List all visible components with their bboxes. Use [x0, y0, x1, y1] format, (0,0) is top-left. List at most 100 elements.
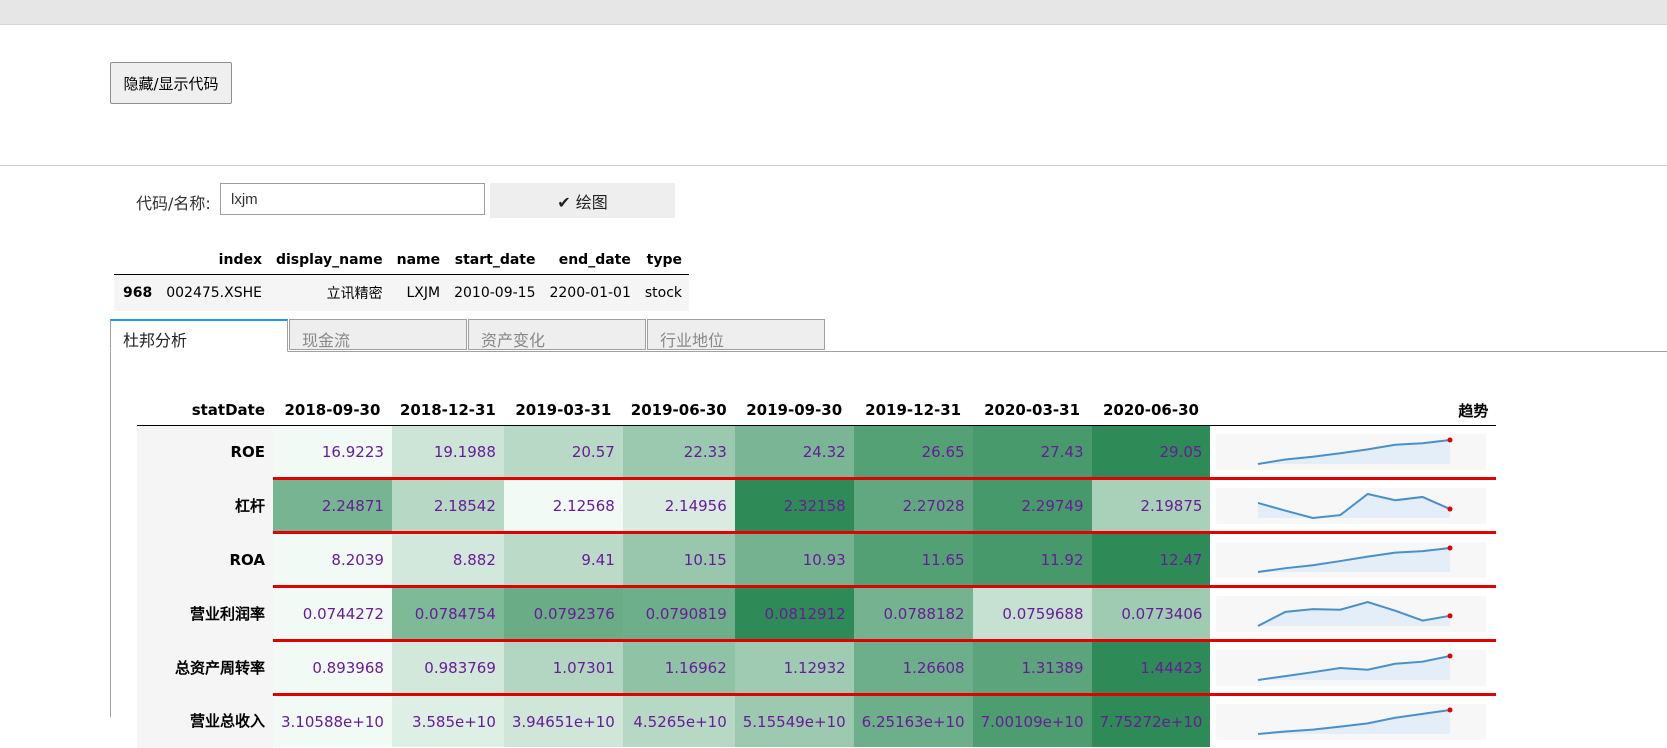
- tab-asset-change[interactable]: 资产变化: [468, 319, 646, 350]
- sparkline-last-point: [1447, 612, 1453, 618]
- dupont-trend-sparkline: [1210, 695, 1496, 748]
- dupont-cell: 2.18542: [391, 478, 504, 534]
- sparkline-chart: [1216, 703, 1487, 740]
- dupont-row: 营业利润率 0.0744272 0.0784754 0.0792376 0.079081…: [137, 586, 1497, 642]
- dupont-cell: 2.19875: [1091, 478, 1211, 534]
- dupont-cell: 20.57: [503, 425, 623, 480]
- sparkline-last-point: [1447, 545, 1453, 550]
- dupont-cell: 1.44423: [1091, 640, 1211, 696]
- dupont-cell: 2.14956: [622, 478, 735, 534]
- result-cell-index: 002475.XSHE: [159, 274, 269, 311]
- result-cell-name: LXJM: [389, 274, 448, 311]
- dupont-row-label: ROE: [137, 425, 273, 479]
- dupont-trend-sparkline: [1210, 532, 1497, 588]
- plot-button[interactable]: ✔ 绘图: [490, 183, 675, 218]
- result-header: index: [159, 246, 269, 275]
- notebook-top-bar: [0, 0, 1667, 25]
- result-cell-end-date: 2200-01-01: [542, 274, 638, 311]
- dupont-cell: 1.12932: [734, 640, 854, 696]
- dupont-cell: 11.65: [853, 532, 973, 588]
- dupont-date-header: 2018-12-31: [391, 395, 504, 426]
- dupont-cell: 1.31389: [972, 640, 1092, 696]
- dupont-trend-sparkline: [1210, 478, 1497, 534]
- result-header: end_date: [542, 246, 638, 275]
- dupont-cell: 2.29749: [972, 478, 1092, 534]
- dupont-row-label: 杠杆: [137, 478, 273, 533]
- dupont-row: 营业总收入 3.10588e+10 3.585e+10 3.94651e+10 4.52…: [137, 694, 1496, 748]
- dupont-cell: 16.9223: [273, 425, 392, 480]
- tab-bar-line: [110, 351, 1667, 352]
- tab-dupont[interactable]: 杜邦分析: [110, 319, 288, 352]
- dupont-date-header: 2020-03-31: [972, 395, 1092, 426]
- toggle-code-button[interactable]: 隐藏/显示代码: [110, 62, 232, 104]
- dupont-cell: 7.75272e+10: [1091, 694, 1211, 747]
- dupont-cell: 2.12568: [503, 478, 623, 534]
- dupont-cell: 0.0792376: [503, 586, 623, 642]
- tab-cash-flow[interactable]: 现金流: [289, 319, 467, 350]
- dupont-cell: 29.05: [1091, 425, 1211, 480]
- dupont-trend-sparkline: [1210, 586, 1497, 642]
- sparkline-last-point: [1447, 506, 1453, 512]
- dupont-table: statDate 2018-09-30 2018-12-31 2019-03-31 20…: [137, 395, 1497, 748]
- dupont-cell: 26.65: [853, 425, 973, 480]
- sparkline-chart: [1216, 595, 1487, 632]
- sparkline-last-point: [1447, 653, 1453, 658]
- search-label: 代码/名称:: [136, 194, 211, 213]
- dupont-cell: 4.5265e+10: [622, 694, 735, 747]
- result-cell-start-date: 2010-09-15: [447, 274, 543, 311]
- tab-industry-position[interactable]: 行业地位: [647, 319, 825, 350]
- check-icon: ✔: [557, 192, 571, 212]
- result-header: type: [637, 246, 690, 275]
- dupont-trend-sparkline: [1210, 425, 1497, 480]
- dupont-cell: 11.92: [972, 532, 1092, 588]
- dupont-cell: 2.32158: [734, 478, 854, 534]
- dupont-cell: 3.94651e+10: [503, 694, 623, 747]
- dupont-row: ROE 16.9223 19.1988 20.57 22.33 24.32 26.65 27.…: [137, 425, 1497, 480]
- dupont-cell: 0.0790819: [622, 586, 735, 642]
- dupont-cell: 2.27028: [853, 478, 973, 534]
- dupont-cell: 2.24871: [273, 478, 392, 534]
- dupont-date-header: 2019-12-31: [853, 395, 973, 426]
- dupont-header-row: statDate 2018-09-30 2018-12-31 2019-03-31 20…: [137, 395, 1497, 426]
- dupont-cell: 1.26608: [853, 640, 973, 696]
- dupont-cell: 27.43: [972, 425, 1092, 480]
- dupont-cell: 10.15: [622, 532, 735, 588]
- dupont-cell: 3.585e+10: [391, 694, 504, 747]
- dupont-cell: 0.893968: [273, 640, 392, 696]
- result-header: display_name: [268, 246, 390, 275]
- dupont-trend-header: 趋势: [1210, 395, 1497, 426]
- dupont-cell: 0.0744272: [273, 586, 392, 642]
- dupont-cell: 9.41: [503, 532, 623, 588]
- result-header-blank: [114, 246, 160, 275]
- result-header: name: [389, 246, 448, 275]
- dupont-row-label: 总资产周转率: [137, 640, 273, 695]
- dupont-cell: 10.93: [734, 532, 854, 588]
- dupont-index-header: statDate: [137, 395, 273, 426]
- cell-divider: [0, 165, 1667, 166]
- search-input[interactable]: [220, 183, 485, 215]
- result-header-row: index display_name name start_date end_d…: [114, 246, 690, 275]
- dupont-cell: 0.983769: [391, 640, 504, 696]
- dupont-cell: 8.882: [391, 532, 504, 588]
- sparkline-chart: [1216, 433, 1487, 470]
- dupont-date-header: 2019-09-30: [734, 395, 854, 426]
- result-header: start_date: [447, 246, 543, 275]
- dupont-cell: 0.0784754: [391, 586, 504, 642]
- sparkline-chart: [1216, 541, 1487, 578]
- dupont-cell: 0.0759688: [972, 586, 1092, 642]
- plot-button-label: 绘图: [575, 192, 608, 212]
- search-result-table: index display_name name start_date end_d…: [114, 246, 690, 311]
- dupont-date-header: 2019-06-30: [622, 395, 735, 426]
- result-cell-type: stock: [637, 274, 690, 311]
- dupont-cell: 1.16962: [622, 640, 735, 696]
- sparkline-last-point: [1447, 437, 1453, 442]
- tab-panel-border: [110, 351, 111, 717]
- dupont-cell: 3.10588e+10: [273, 694, 392, 747]
- dupont-cell: 0.0812912: [734, 586, 854, 642]
- dupont-row-label: 营业总收入: [137, 694, 273, 748]
- sparkline-last-point: [1447, 707, 1453, 712]
- dupont-row: 杠杆 2.24871 2.18542 2.12568 2.14956 2.32158 2.2…: [137, 478, 1497, 534]
- dupont-cell: 7.00109e+10: [972, 694, 1092, 747]
- sparkline-chart: [1216, 649, 1487, 686]
- dupont-row-label: ROA: [137, 532, 273, 587]
